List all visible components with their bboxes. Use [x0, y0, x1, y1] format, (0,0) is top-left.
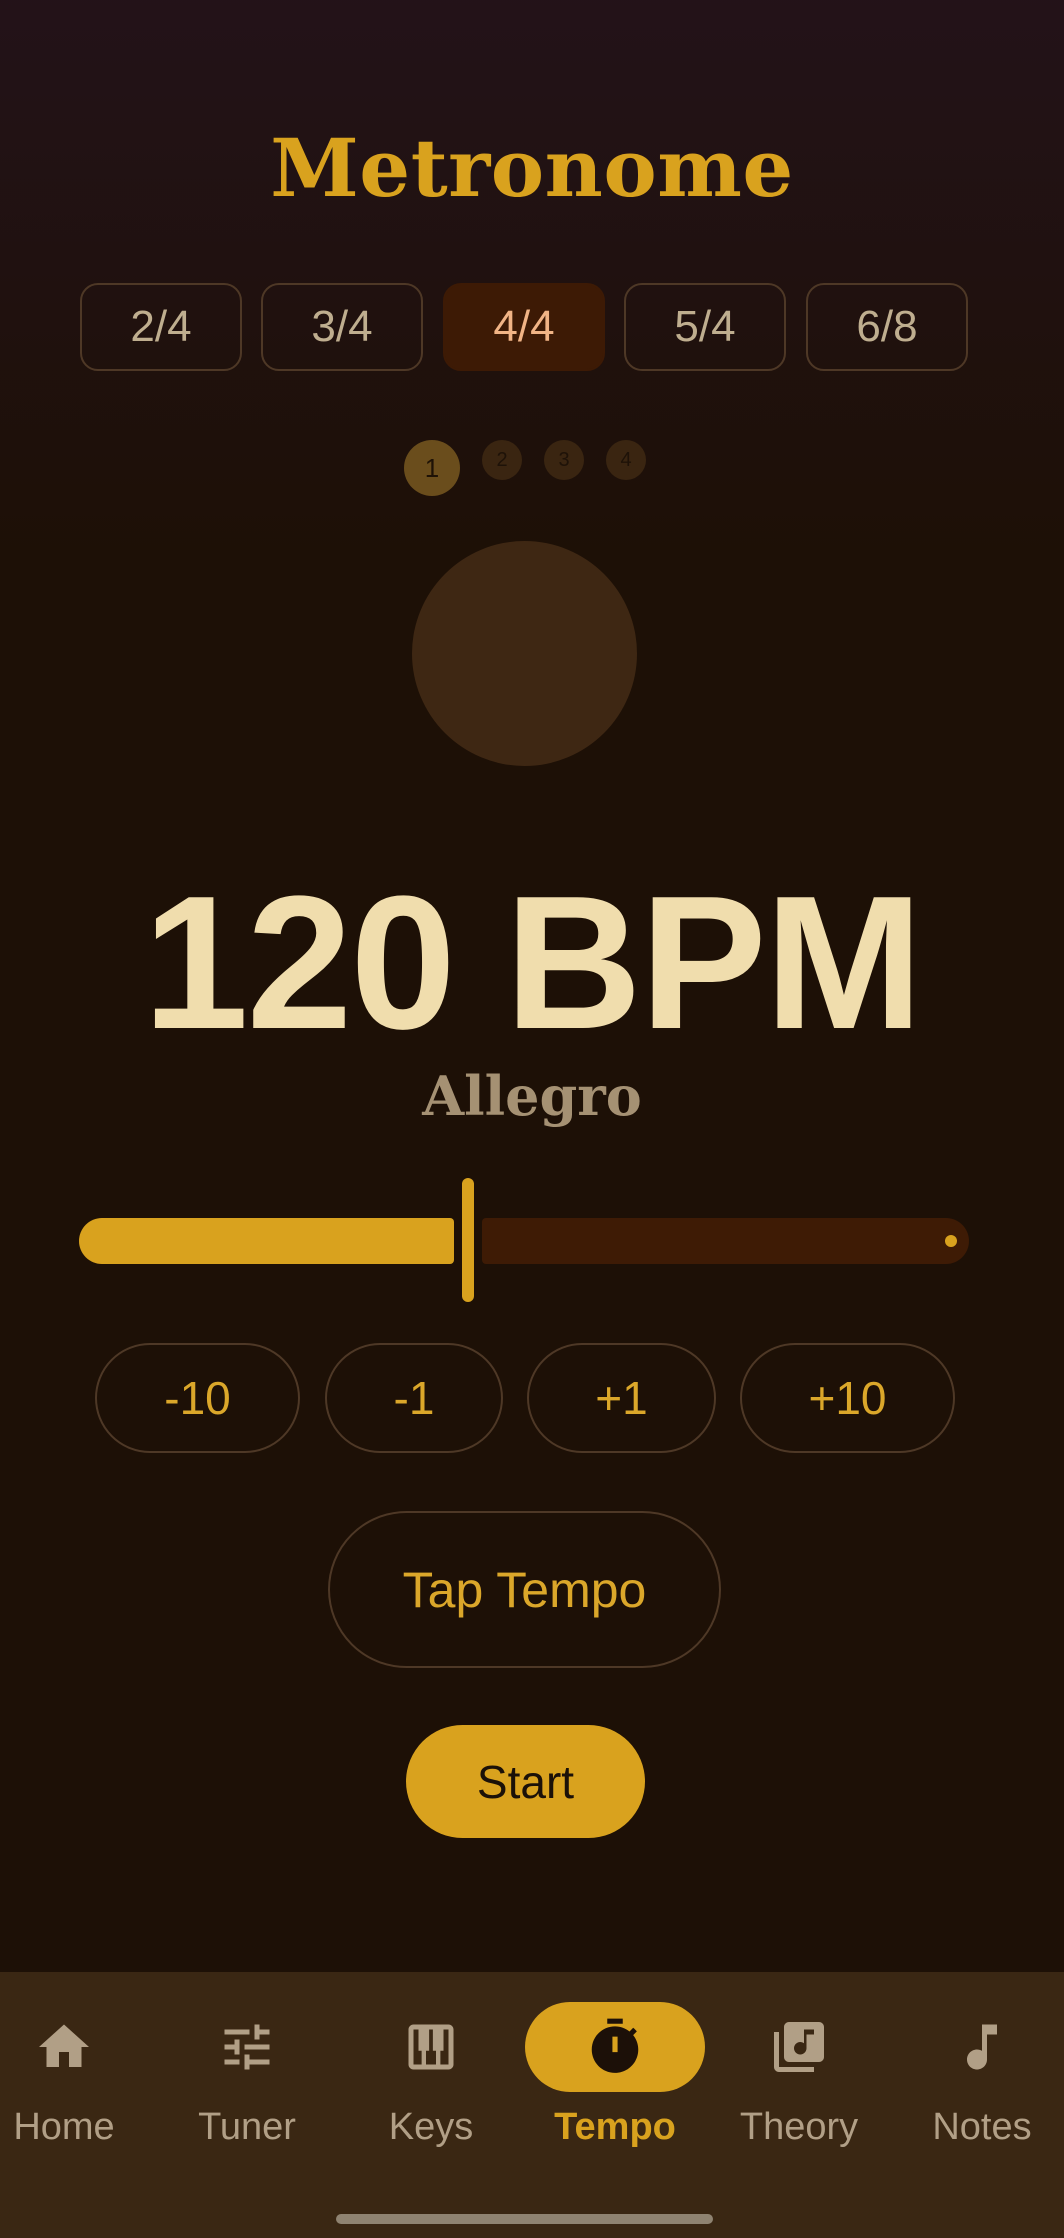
tune-icon-wrap [157, 2002, 337, 2092]
timer-icon-wrap [525, 2002, 705, 2092]
slider-inactive-track [482, 1218, 969, 1264]
tempo-slider[interactable] [79, 1176, 969, 1306]
increase-10-button[interactable]: +10 [740, 1343, 955, 1453]
time-signature-4-4[interactable]: 4/4 [443, 283, 605, 371]
beat-indicators: 1 2 3 4 [0, 440, 1064, 500]
nav-item-tempo[interactable]: Tempo [525, 2002, 705, 2162]
slider-thumb[interactable] [462, 1178, 474, 1302]
nav-item-keys[interactable]: Keys [341, 2002, 521, 2162]
time-signature-2-4[interactable]: 2/4 [80, 283, 242, 371]
beat-indicator-3: 3 [544, 440, 584, 480]
nav-item-tuner[interactable]: Tuner [157, 2002, 337, 2162]
library-music-icon [774, 2022, 824, 2072]
start-button[interactable]: Start [406, 1725, 645, 1838]
tap-tempo-button[interactable]: Tap Tempo [328, 1511, 721, 1668]
increase-1-button[interactable]: +1 [527, 1343, 716, 1453]
beat-indicator-2: 2 [482, 440, 522, 480]
piano-icon [408, 2024, 454, 2070]
home-icon-wrap [0, 2002, 154, 2092]
beat-indicator-1: 1 [404, 440, 460, 496]
timer-icon [591, 2018, 639, 2073]
time-signature-6-8[interactable]: 6/8 [806, 283, 968, 371]
page-title: Metronome [270, 121, 794, 215]
metronome-screen: Metronome 2/4 3/4 4/4 5/4 6/8 1 2 3 4 12… [0, 0, 1064, 2238]
tune-icon [224, 2024, 270, 2070]
beat-pulse-circle [412, 541, 637, 766]
slider-active-track [79, 1218, 454, 1264]
nav-item-theory[interactable]: Theory [709, 2002, 889, 2162]
time-signature-3-4[interactable]: 3/4 [261, 283, 423, 371]
tempo-marking: Allegro [422, 1064, 642, 1128]
bpm-display: 120 BPM [142, 857, 923, 1069]
music-note-icon [967, 2024, 997, 2070]
music-note-icon-wrap [892, 2002, 1064, 2092]
system-home-indicator[interactable] [336, 2214, 713, 2224]
decrease-10-button[interactable]: -10 [95, 1343, 300, 1453]
home-icon [39, 2024, 89, 2067]
nav-item-home[interactable]: Home [0, 2002, 154, 2162]
beat-indicator-4: 4 [606, 440, 646, 480]
time-signature-selector: 2/4 3/4 4/4 5/4 6/8 [80, 283, 968, 373]
library-music-icon-wrap [709, 2002, 889, 2092]
piano-icon-wrap [341, 2002, 521, 2092]
time-signature-5-4[interactable]: 5/4 [624, 283, 786, 371]
slider-end-marker [945, 1235, 957, 1247]
bottom-navigation: Home Tuner Keys Tempo Theory Notes [0, 1972, 1064, 2238]
nav-label-notes: Notes [932, 2106, 1032, 2148]
decrease-1-button[interactable]: -1 [325, 1343, 503, 1453]
nav-item-notes[interactable]: Notes [892, 2002, 1064, 2162]
